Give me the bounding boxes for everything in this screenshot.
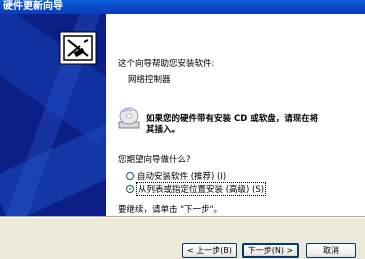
question-text: 您期望向导做什么?	[118, 155, 191, 165]
device-name: 网络控制器	[128, 75, 171, 85]
footer-divider	[0, 216, 365, 218]
hardware-update-wizard-window: 硬件更新向导 这个向导帮助您安装软件: 网络控制器 如果您的硬件带有安装 CD …	[0, 0, 365, 259]
hardware-wizard-icon	[59, 31, 97, 65]
wizard-content: 这个向导帮助您安装软件: 网络控制器 如果您的硬件带有安装 CD 或软盘，请现在…	[106, 14, 365, 216]
back-button[interactable]: < 上一步(B)	[182, 243, 237, 258]
cancel-button[interactable]: 取消	[306, 243, 356, 258]
auto-install-label: 自动安装软件 (推荐) (I)	[137, 172, 227, 182]
wizard-side-panel	[0, 14, 106, 216]
radio-auto-install[interactable]	[126, 172, 134, 180]
radio-manual-install[interactable]	[126, 185, 134, 193]
window-title: 硬件更新向导	[0, 0, 365, 14]
manual-install-option[interactable]: 从列表或指定位置安装 (高级) (S)	[126, 182, 267, 196]
cd-prompt-line2: 其插入。	[146, 125, 181, 135]
next-button[interactable]: 下一步(N) >	[242, 243, 299, 258]
intro-text: 这个向导帮助您安装软件:	[118, 59, 215, 69]
manual-install-label: 从列表或指定位置安装 (高级) (S)	[135, 182, 267, 196]
auto-install-option[interactable]: 自动安装软件 (推荐) (I)	[126, 170, 226, 182]
cd-disk-icon	[118, 107, 140, 129]
continue-text: 要继续，请单击 "下一步"。	[118, 205, 223, 215]
